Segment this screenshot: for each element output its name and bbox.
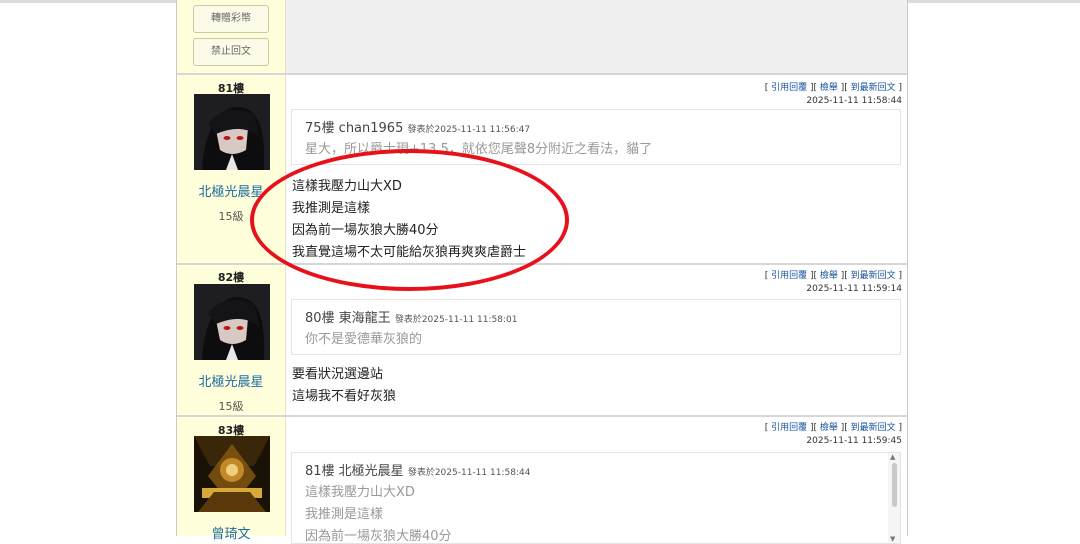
latest-reply-link[interactable]: 到最新回文 bbox=[851, 423, 896, 433]
forum-thread: 轉贈彩幣 禁止回文 81樓 北極光晨星 15級 [ 引用回覆 ][ 檢舉 ][ … bbox=[176, 0, 908, 544]
report-link[interactable]: 檢舉 bbox=[820, 423, 838, 433]
quote-block: 80樓 東海龍王 發表於2025-11-11 11:58:01 你不是愛德華灰狼… bbox=[291, 299, 901, 355]
username-link[interactable]: 北極光晨星 bbox=[177, 371, 285, 390]
floor-number: 82樓 bbox=[217, 271, 245, 284]
post-actions: [ 引用回覆 ][ 檢舉 ][ 到最新回文 ] bbox=[764, 423, 902, 433]
scroll-down-arrow-icon[interactable]: ▼ bbox=[890, 535, 895, 543]
post-actions: [ 引用回覆 ][ 檢舉 ][ 到最新回文 ] bbox=[764, 83, 902, 93]
latest-reply-link[interactable]: 到最新回文 bbox=[851, 83, 896, 93]
quote-posted-time: 發表於2025-11-11 11:56:47 bbox=[407, 125, 531, 135]
highlight-ellipse-annotation bbox=[250, 149, 569, 291]
quote-line: 你不是愛德華灰狼的 bbox=[305, 332, 423, 347]
report-link[interactable]: 檢舉 bbox=[820, 83, 838, 93]
quote-header: 80樓 東海龍王 發表於2025-11-11 11:58:01 bbox=[305, 307, 517, 326]
quote-author: 75樓 chan1965 bbox=[305, 121, 404, 136]
latest-reply-link[interactable]: 到最新回文 bbox=[851, 271, 896, 281]
avatar[interactable] bbox=[194, 284, 270, 360]
post-time: 2025-11-11 11:58:44 bbox=[806, 96, 902, 106]
avatar[interactable] bbox=[194, 436, 270, 512]
block-reply-button[interactable]: 禁止回文 bbox=[193, 38, 269, 66]
quote-header: 81樓 北極光晨星 發表於2025-11-11 11:58:44 bbox=[305, 460, 530, 479]
report-link[interactable]: 檢舉 bbox=[820, 271, 838, 281]
username-link[interactable]: 曾琦文 bbox=[177, 523, 285, 542]
quote-line: 因為前一場灰狼大勝40分 bbox=[305, 529, 452, 544]
transfer-coins-button[interactable]: 轉贈彩幣 bbox=[193, 5, 269, 33]
quote-posted-time: 發表於2025-11-11 11:58:01 bbox=[394, 315, 518, 325]
quote-author: 81樓 北極光晨星 bbox=[305, 464, 404, 479]
quote-line: 這樣我壓力山大XD bbox=[305, 485, 415, 500]
post-82: 82樓 北極光晨星 15級 [ 引用回覆 ][ 檢舉 ][ 到最新回文 ] 20… bbox=[177, 265, 907, 415]
user-level: 15級 bbox=[218, 400, 244, 413]
post-actions: [ 引用回覆 ][ 檢舉 ][ 到最新回文 ] bbox=[764, 271, 902, 281]
post-body-line: 這場我不看好灰狼 bbox=[292, 389, 397, 404]
quote-block: 81樓 北極光晨星 發表於2025-11-11 11:58:44 這樣我壓力山大… bbox=[291, 452, 901, 544]
quote-line: 我推測是這樣 bbox=[305, 507, 384, 522]
scrollbar-thumb[interactable] bbox=[892, 463, 897, 507]
post-83: 83樓 曾琦文 [ 引用回覆 ][ 檢舉 ][ 到最新回文 ] 2025-11-… bbox=[177, 417, 907, 544]
scroll-up-arrow-icon[interactable]: ▲ bbox=[890, 453, 895, 461]
quote-header: 75樓 chan1965 發表於2025-11-11 11:56:47 bbox=[305, 117, 530, 136]
quote-scrollbar[interactable]: ▲ ▼ bbox=[888, 453, 900, 543]
quote-reply-link[interactable]: 引用回覆 bbox=[771, 83, 807, 93]
quote-posted-time: 發表於2025-11-11 11:58:44 bbox=[407, 468, 531, 478]
previous-post-content bbox=[286, 0, 907, 73]
previous-post-tail: 轉贈彩幣 禁止回文 bbox=[177, 0, 907, 73]
avatar[interactable] bbox=[194, 94, 270, 170]
quote-reply-link[interactable]: 引用回覆 bbox=[771, 423, 807, 433]
quote-reply-link[interactable]: 引用回覆 bbox=[771, 271, 807, 281]
post-time: 2025-11-11 11:59:45 bbox=[806, 436, 902, 446]
post-body-line: 要看狀況選邊站 bbox=[292, 367, 384, 382]
quote-author: 80樓 東海龍王 bbox=[305, 311, 391, 326]
post-time: 2025-11-11 11:59:14 bbox=[806, 284, 902, 294]
